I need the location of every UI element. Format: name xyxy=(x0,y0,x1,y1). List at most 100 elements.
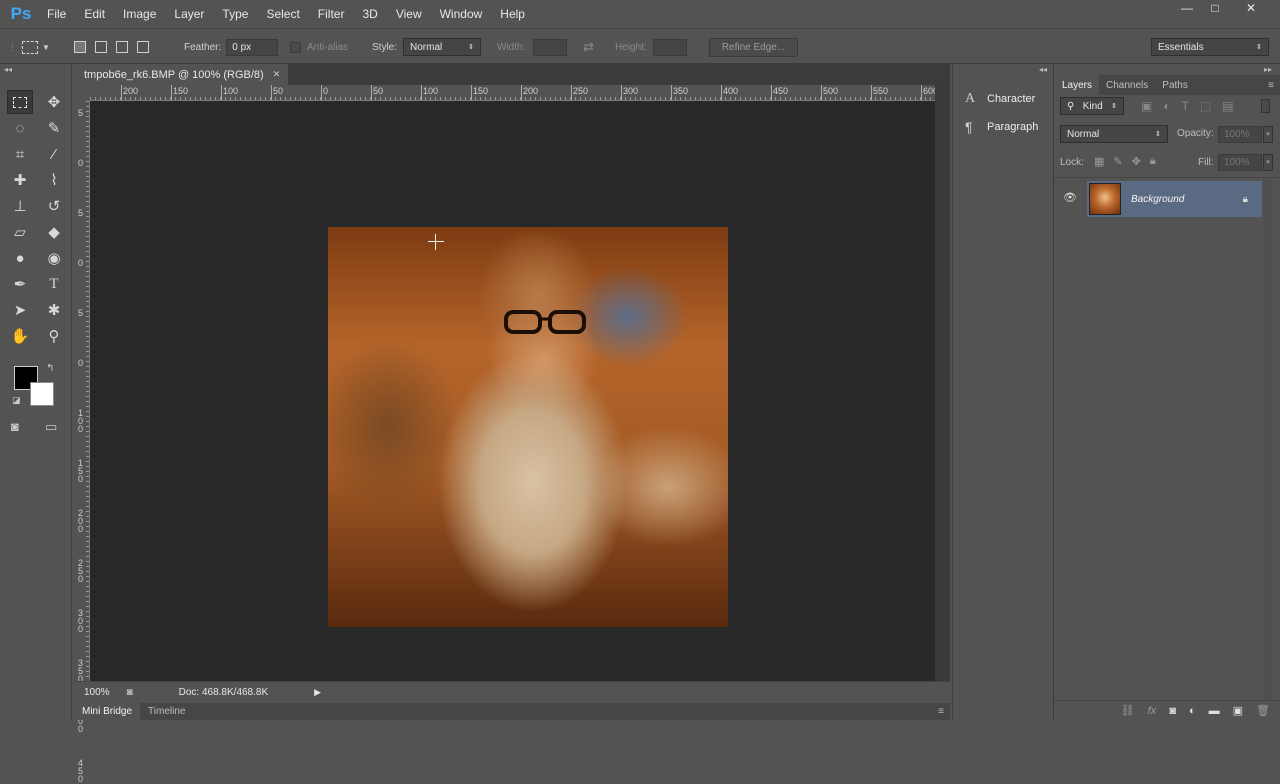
expand-panel-icon[interactable]: ▸▸ xyxy=(1264,65,1272,74)
collapse-toolbox-icon[interactable]: ◂◂ xyxy=(4,65,12,74)
ruler-origin[interactable] xyxy=(74,85,90,101)
panel-menu-icon[interactable]: ≡ xyxy=(938,706,944,717)
subtract-selection-icon[interactable] xyxy=(116,41,128,53)
tab-mini-bridge[interactable]: Mini Bridge xyxy=(74,703,141,720)
crop-tool-icon[interactable]: ⌗ xyxy=(7,142,33,166)
link-layers-icon[interactable]: ⛓︎ xyxy=(1121,704,1135,717)
menu-edit[interactable]: Edit xyxy=(75,0,114,28)
quick-selection-tool-icon[interactable]: ✎ xyxy=(41,116,67,140)
antialias-checkbox[interactable] xyxy=(290,41,301,53)
swap-colors-icon[interactable]: ↰ xyxy=(46,363,54,374)
adjustment-filter-icon[interactable]: ◐ xyxy=(1163,99,1170,113)
lock-image-icon[interactable]: ✎ xyxy=(1113,155,1122,168)
menu-layer[interactable]: Layer xyxy=(165,0,213,28)
default-colors-icon[interactable]: ◪ xyxy=(12,395,21,406)
menu-3d[interactable]: 3D xyxy=(353,0,386,28)
filter-toggle[interactable] xyxy=(1261,99,1270,113)
tab-channels[interactable]: Channels xyxy=(1099,75,1155,95)
lock-transparent-icon[interactable]: ▦ xyxy=(1094,155,1104,168)
layer-style-icon[interactable]: fx xyxy=(1148,705,1157,717)
layer-row-background[interactable]: Background 🔒︎ xyxy=(1087,181,1262,217)
pen-tool-icon[interactable]: ✒ xyxy=(7,272,33,296)
vertical-ruler[interactable]: 505050100150200250300350400450 xyxy=(74,101,90,784)
tab-timeline[interactable]: Timeline xyxy=(140,703,193,720)
shape-filter-icon[interactable]: ⬚ xyxy=(1200,99,1211,113)
layers-scrollbar[interactable] xyxy=(1263,179,1272,700)
blend-mode-select[interactable]: Normal ⇕ xyxy=(1060,125,1168,143)
fill-dropdown-icon[interactable]: ▾ xyxy=(1263,154,1273,171)
hand-tool-icon[interactable]: ✋ xyxy=(7,324,33,348)
refine-edge-button[interactable]: Refine Edge... xyxy=(709,37,798,57)
smart-object-filter-icon[interactable]: ▤ xyxy=(1222,99,1233,113)
tab-layers[interactable]: Layers xyxy=(1055,75,1100,95)
tab-paths[interactable]: Paths xyxy=(1155,75,1195,95)
new-group-icon[interactable]: ▬ xyxy=(1209,705,1220,717)
healing-brush-tool-icon[interactable]: ✚ xyxy=(7,168,33,192)
pixel-filter-icon[interactable]: ▣ xyxy=(1141,99,1152,113)
custom-shape-tool-icon[interactable]: ✱ xyxy=(41,298,67,322)
maximize-button[interactable]: □ xyxy=(1198,0,1232,16)
paint-bucket-tool-icon[interactable]: ◆ xyxy=(41,220,67,244)
menu-type[interactable]: Type xyxy=(213,0,257,28)
lock-all-icon[interactable]: 🔒︎ xyxy=(1150,155,1156,168)
add-selection-icon[interactable] xyxy=(95,41,107,53)
panel-menu-icon[interactable]: ≡ xyxy=(1268,80,1274,91)
swap-icon[interactable]: ⇄ xyxy=(583,29,594,65)
lock-position-icon[interactable]: ✥ xyxy=(1132,155,1141,168)
layer-filter-select[interactable]: ⚲ Kind ⇕ xyxy=(1060,97,1124,115)
background-color-swatch[interactable] xyxy=(30,382,54,406)
menu-file[interactable]: File xyxy=(38,0,75,28)
dodge-tool-icon[interactable]: ◉ xyxy=(41,246,67,270)
collapse-dock-icon[interactable]: ◂◂ xyxy=(1039,65,1047,74)
menu-image[interactable]: Image xyxy=(114,0,165,28)
menu-help[interactable]: Help xyxy=(491,0,534,28)
delete-layer-icon[interactable]: 🗑︎ xyxy=(1256,704,1270,717)
move-tool-icon[interactable]: ✥ xyxy=(41,90,67,114)
new-selection-icon[interactable] xyxy=(74,41,86,53)
opacity-dropdown-icon[interactable]: ▾ xyxy=(1263,126,1273,143)
clone-stamp-tool-icon[interactable]: ⊥ xyxy=(7,194,33,218)
screen-mode-icon[interactable]: ▭ xyxy=(45,419,57,435)
canvas-area[interactable] xyxy=(90,101,935,681)
paragraph-panel-button[interactable]: ¶ Paragraph xyxy=(953,113,1053,141)
new-layer-icon[interactable]: ▣ xyxy=(1233,704,1243,717)
tool-preset-picker[interactable]: ▼ xyxy=(22,29,50,65)
menu-filter[interactable]: Filter xyxy=(309,0,354,28)
status-menu-arrow-icon[interactable]: ▶ xyxy=(314,687,321,698)
document-image[interactable] xyxy=(328,227,728,627)
intersect-selection-icon[interactable] xyxy=(137,41,149,53)
add-mask-icon[interactable]: ◙ xyxy=(1169,705,1176,717)
width-input[interactable] xyxy=(533,38,568,56)
adjustment-layer-icon[interactable]: ◐ xyxy=(1189,705,1196,717)
history-brush-tool-icon[interactable]: ↺ xyxy=(41,194,67,218)
path-selection-tool-icon[interactable]: ➤ xyxy=(7,298,33,322)
feather-input[interactable]: 0 px xyxy=(226,38,279,56)
horizontal-ruler[interactable]: 200 150 100 50 0 50 100 150 200 250 300 350 400 450 50… xyxy=(90,85,938,101)
blur-tool-icon[interactable]: ● xyxy=(7,246,33,270)
type-filter-icon[interactable]: T xyxy=(1182,99,1189,113)
menu-view[interactable]: View xyxy=(387,0,431,28)
style-select[interactable]: Normal ⇕ xyxy=(403,38,482,56)
opacity-input[interactable]: 100% xyxy=(1218,126,1262,143)
character-panel-button[interactable]: A Character xyxy=(953,85,1053,113)
document-tab[interactable]: tmpob6e_rk6.BMP @ 100% (RGB/8) ✕ xyxy=(74,64,288,85)
vertical-scrollbar[interactable] xyxy=(935,85,950,681)
brush-tool-icon[interactable]: ⌇ xyxy=(41,168,67,192)
zoom-level[interactable]: 100% xyxy=(84,687,110,698)
eyedropper-tool-icon[interactable]: ⁄ xyxy=(41,142,67,166)
visibility-eye-icon[interactable]: 👁︎ xyxy=(1063,191,1077,204)
document-status-icon[interactable]: ◙ xyxy=(127,687,133,698)
rectangular-marquee-tool-icon[interactable] xyxy=(7,90,33,114)
fill-input[interactable]: 100% xyxy=(1218,154,1262,171)
quick-mask-icon[interactable]: ◙ xyxy=(11,419,19,434)
menu-window[interactable]: Window xyxy=(431,0,492,28)
height-input[interactable] xyxy=(652,38,687,56)
close-tab-icon[interactable]: ✕ xyxy=(273,69,281,80)
type-tool-icon[interactable]: T xyxy=(41,272,67,296)
close-window-button[interactable]: ✕ xyxy=(1234,0,1268,16)
zoom-tool-icon[interactable]: ⚲ xyxy=(41,324,67,348)
lasso-tool-icon[interactable]: ◌ xyxy=(7,116,33,140)
workspace-select[interactable]: Essentials ⇕ xyxy=(1151,38,1269,56)
eraser-tool-icon[interactable]: ▱ xyxy=(7,220,33,244)
menu-select[interactable]: Select xyxy=(257,0,308,28)
